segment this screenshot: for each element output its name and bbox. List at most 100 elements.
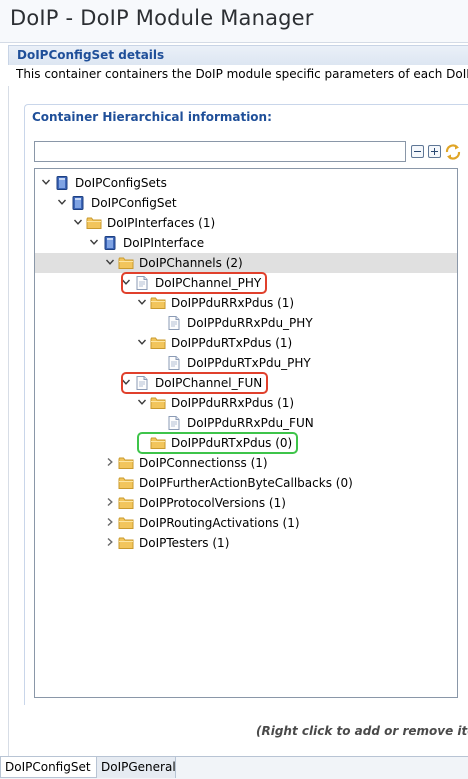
editor-tab-strip: DoIPConfigSet DoIPGeneral [0,756,468,779]
chevron-down-icon [137,399,147,405]
folder-icon [118,257,134,269]
tree-node-icon [166,355,182,371]
tree-filter-input[interactable] [34,141,406,162]
expand-all-button[interactable] [428,145,441,158]
tree-node-label: DoIPProtocolVersions (1) [139,496,286,510]
tree-node[interactable]: DoIPConfigSet [35,193,457,213]
tree-node[interactable]: DoIPTesters (1) [35,533,457,553]
tree-node-label: DoIPPduRTxPdus (1) [171,336,293,350]
module-icon [104,236,116,250]
chevron-down-icon [57,199,67,205]
tree-node[interactable]: DoIPFurtherActionByteCallbacks (0) [35,473,457,493]
tree-node-label: DoIPInterfaces (1) [107,216,216,230]
tree-node-icon [118,535,134,551]
container-tree[interactable]: DoIPConfigSets DoIPConfigSet DoIPInterface… [34,168,458,698]
tree-node[interactable]: DoIPPduRRxPdu_PHY [35,313,457,333]
link-with-editor-button[interactable] [444,143,462,161]
tree-expander[interactable] [136,396,148,408]
chevron-right-icon [107,457,113,467]
tab-doipgeneral[interactable]: DoIPGeneral [97,757,176,778]
tree-node-label: DoIPChannels (2) [139,256,243,270]
folder-icon [118,477,134,489]
collapse-all-button[interactable] [411,145,424,158]
tree-node[interactable]: DoIPPduRRxPdus (1) [35,393,457,413]
folder-icon [150,297,166,309]
tree-node-label: DoIPPduRRxPdu_PHY [187,316,313,330]
tree-node-icon [150,335,166,351]
tree-expander[interactable] [104,536,116,548]
context-hint: (Right click to add or remove items) [256,724,468,738]
tree-expander[interactable] [104,256,116,268]
tree-node-label: DoIPPduRRxPdus (1) [171,296,295,310]
details-section-header[interactable]: DoIPConfigSet details [8,45,468,65]
tree-expander[interactable] [56,196,68,208]
tree-node-label: DoIPPduRTxPdu_PHY [187,356,311,370]
tree-node-icon [150,395,166,411]
folder-icon [118,517,134,529]
tree-node[interactable]: DoIPProtocolVersions (1) [35,493,457,513]
tree-node-icon [118,515,134,531]
plus-icon-v [434,148,435,155]
hierarchy-group-title[interactable]: Container Hierarchical information: [32,110,272,124]
tree-expander[interactable] [136,336,148,348]
tree-expander[interactable] [104,516,116,528]
folder-icon [118,537,134,549]
tree-node[interactable]: DoIPInterfaces (1) [35,213,457,233]
editor-title: DoIP - DoIP Module Manager [10,6,314,30]
tree-node-icon [86,215,102,231]
green-highlight-box [137,432,299,454]
tree-node-icon [166,315,182,331]
tree-node[interactable]: DoIPConnectionss (1) [35,453,457,473]
tree-node[interactable]: DoIPPduRTxPdus (1) [35,333,457,353]
chevron-right-icon [107,497,113,507]
tree-node-icon [102,235,118,251]
folder-icon [150,397,166,409]
tree-expander[interactable] [88,236,100,248]
chevron-down-icon [137,339,147,345]
sync-arrows-icon [445,144,461,160]
tree-node-label: DoIPTesters (1) [139,536,230,550]
tree-node-label: DoIPRoutingActivations (1) [139,516,300,530]
red-highlight-box [121,372,269,394]
tree-node-label: DoIPFurtherActionByteCallbacks (0) [139,476,353,490]
folder-icon [118,457,134,469]
tree-node-label: DoIPConnectionss (1) [139,456,268,470]
details-description: This container containers the DoIP modul… [16,67,468,81]
tree-node-label: DoIPConfigSets [75,176,167,190]
chevron-down-icon [105,259,115,265]
tree-node[interactable]: DoIPInterface [35,233,457,253]
tree-expander[interactable] [104,496,116,508]
tree-node-icon [166,415,182,431]
tree-node-icon [118,455,134,471]
tree-expander[interactable] [104,456,116,468]
tree-expander[interactable] [40,176,52,188]
tree-node-icon [118,495,134,511]
tree-node-label: DoIPConfigSet [91,196,177,210]
tree-expander[interactable] [136,296,148,308]
chevron-right-icon [107,537,113,547]
editor-title-bar: DoIP - DoIP Module Manager [0,0,468,43]
tree-node-icon [118,475,134,491]
tree-node-icon [118,255,134,271]
tab-doipconfigset[interactable]: DoIPConfigSet [0,757,97,778]
module-icon [72,196,84,210]
file-icon [168,416,180,430]
tree-node-icon [54,175,70,191]
file-icon [168,316,180,330]
tree-node[interactable]: DoIPRoutingActivations (1) [35,513,457,533]
tree-node[interactable]: DoIPChannels (2) [35,253,457,273]
tree-node[interactable]: DoIPPduRTxPdu_PHY [35,353,457,373]
tree-node[interactable]: DoIPPduRRxPdu_FUN [35,413,457,433]
folder-icon [150,337,166,349]
tree-node[interactable]: DoIPConfigSets [35,173,457,193]
tree-node-icon [150,295,166,311]
tree-expander[interactable] [72,216,84,228]
chevron-down-icon [73,219,83,225]
chevron-right-icon [107,517,113,527]
minus-icon [414,151,421,152]
folder-icon [86,217,102,229]
tree-node[interactable]: DoIPPduRRxPdus (1) [35,293,457,313]
module-icon [56,176,68,190]
chevron-down-icon [137,299,147,305]
tree-node-label: DoIPPduRRxPdu_FUN [187,416,314,430]
